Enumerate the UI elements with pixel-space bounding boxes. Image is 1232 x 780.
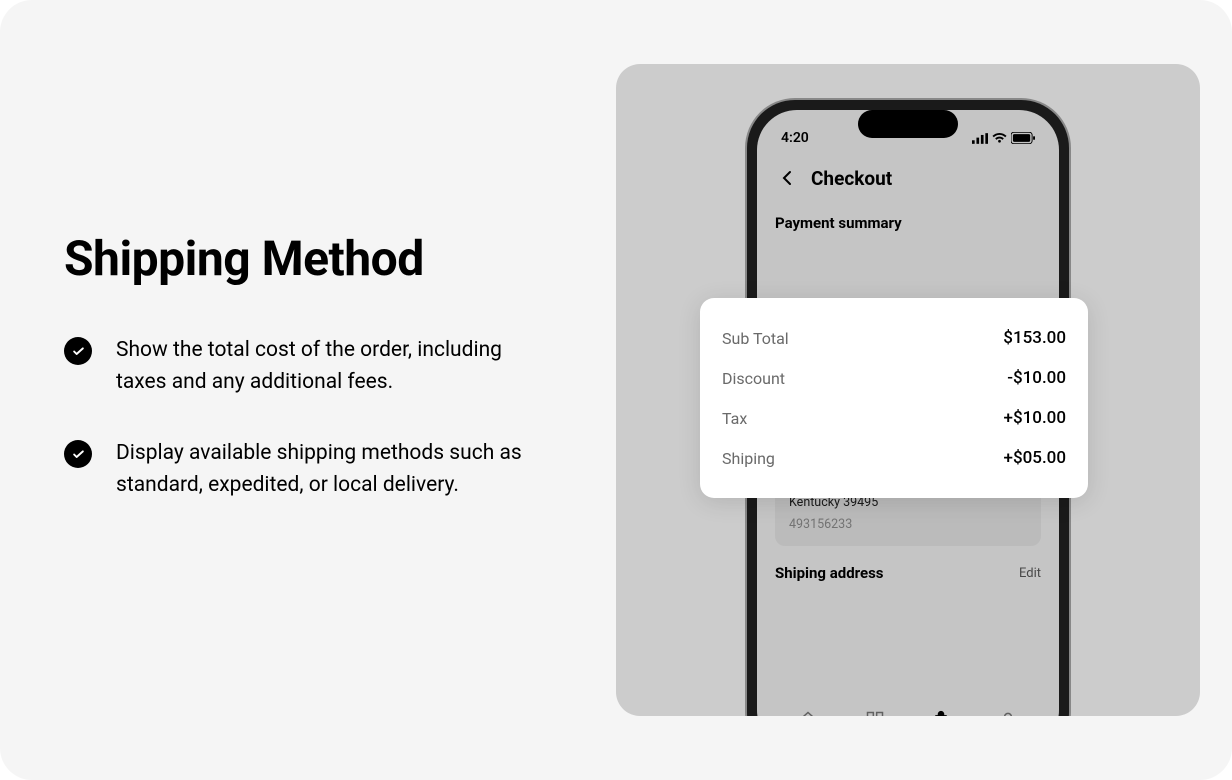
- page-title: Shipping Method: [64, 230, 540, 287]
- phone-preview-panel: 4:20 Checkout Payment summary: [616, 64, 1200, 716]
- back-button[interactable]: [775, 166, 799, 190]
- left-content: Shipping Method Show the total cost of t…: [0, 0, 580, 780]
- signal-icon: [972, 133, 988, 144]
- profile-icon[interactable]: [998, 710, 1018, 716]
- summary-row: Tax +$10.00: [722, 398, 1066, 438]
- wifi-icon: [992, 133, 1007, 144]
- summary-label: Shiping: [722, 449, 775, 468]
- grid-icon[interactable]: [865, 710, 885, 716]
- summary-label: Discount: [722, 369, 785, 388]
- presentation-card: Shipping Method Show the total cost of t…: [0, 0, 1232, 780]
- check-icon: [64, 337, 92, 365]
- status-time: 4:20: [781, 130, 809, 146]
- battery-icon: [1011, 132, 1035, 144]
- payment-summary-title: Payment summary: [757, 202, 1059, 240]
- shipping-action[interactable]: Edit: [1019, 566, 1041, 581]
- summary-row: Discount -$10.00: [722, 358, 1066, 398]
- billing-address-sub: 493156233: [789, 517, 1027, 532]
- app-title: Checkout: [811, 167, 892, 190]
- summary-value: +$05.00: [1004, 448, 1066, 468]
- summary-row: Shiping +$05.00: [722, 438, 1066, 478]
- feature-text: Display available shipping methods such …: [116, 438, 540, 501]
- shopping-bag-icon[interactable]: [931, 710, 951, 716]
- feature-item: Show the total cost of the order, includ…: [64, 335, 540, 398]
- summary-row: Sub Total $153.00: [722, 318, 1066, 358]
- summary-label: Sub Total: [722, 329, 789, 348]
- summary-value: $153.00: [1003, 328, 1066, 348]
- feature-item: Display available shipping methods such …: [64, 438, 540, 501]
- home-icon[interactable]: [798, 710, 818, 716]
- shipping-title: Shiping address: [775, 564, 884, 582]
- bottom-nav: [757, 690, 1059, 716]
- status-icons: [972, 132, 1035, 144]
- feature-text: Show the total cost of the order, includ…: [116, 335, 540, 398]
- payment-summary-popup: Sub Total $153.00 Discount -$10.00 Tax +…: [700, 298, 1088, 498]
- summary-label: Tax: [722, 409, 747, 428]
- summary-value: +$10.00: [1004, 408, 1066, 428]
- check-icon: [64, 440, 92, 468]
- dynamic-island: [858, 110, 958, 138]
- chevron-left-icon: [782, 170, 792, 186]
- app-header: Checkout: [757, 154, 1059, 202]
- shipping-section-header: Shiping address Edit: [757, 546, 1059, 592]
- summary-value: -$10.00: [1007, 368, 1066, 388]
